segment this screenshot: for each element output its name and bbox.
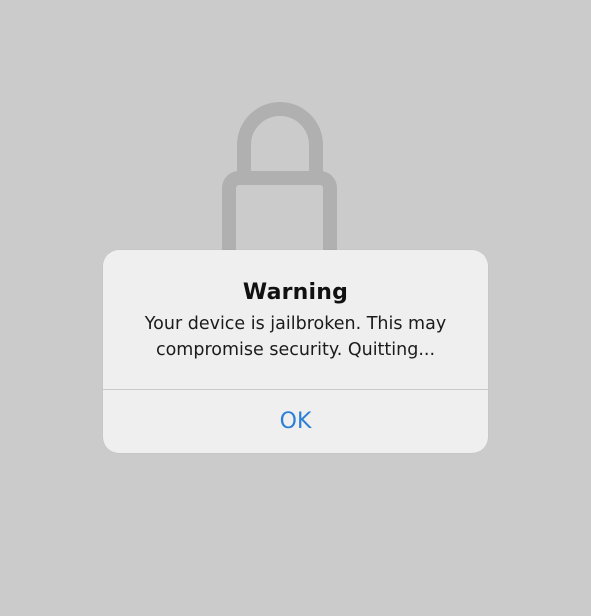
alert-message-line-1: Your device is jailbroken. This may [144,314,447,334]
alert-body: Warning Your device is jailbroken. This … [103,250,488,389]
alert-dialog: Warning Your device is jailbroken. This … [103,250,488,453]
alert-message: Your device is jailbroken. This may comp… [123,311,468,363]
alert-title: Warning [242,280,349,305]
ok-button[interactable]: OK [103,390,488,453]
alert-message-line-2: compromise security. Quitting... [155,340,436,360]
